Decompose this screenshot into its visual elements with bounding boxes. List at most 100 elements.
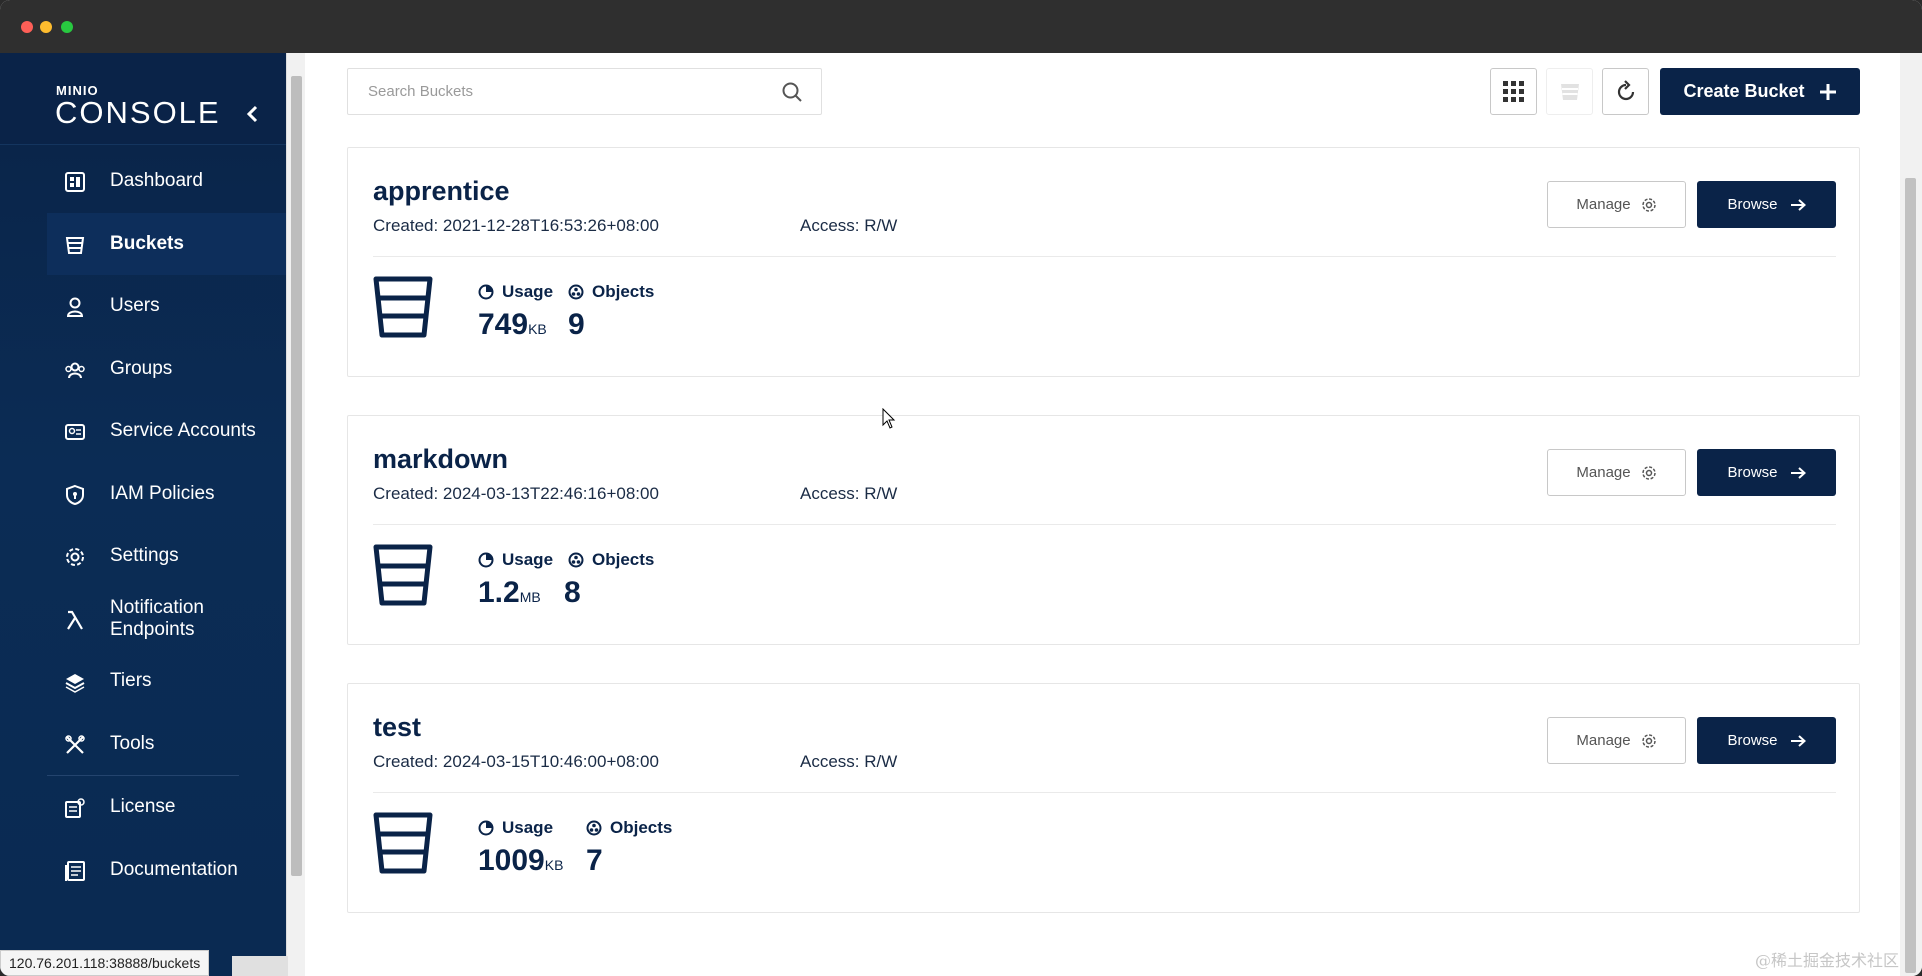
minimize-window-button[interactable]: [40, 21, 52, 33]
search-input[interactable]: [348, 69, 768, 114]
sidebar-menu: Dashboard Buckets Users Groups Service A…: [0, 150, 286, 901]
sidebar-scrollbar[interactable]: [286, 53, 305, 976]
objects-label-text: Objects: [610, 818, 673, 837]
manage-label: Manage: [1576, 732, 1631, 749]
create-bucket-button[interactable]: Create Bucket: [1660, 68, 1860, 115]
pie-chart-icon: [478, 552, 494, 568]
usage-label: Usage: [478, 550, 553, 570]
browse-button[interactable]: Browse: [1697, 717, 1836, 764]
usage-value: 1.2MB: [478, 576, 541, 610]
bucket-card: markdown Created: 2024-03-13T22:46:16+08…: [347, 415, 1860, 645]
refresh-icon: [1617, 79, 1634, 100]
main-scrollbar[interactable]: [1900, 53, 1922, 976]
scrollbar-thumb[interactable]: [1905, 178, 1916, 973]
sidebar-item-label: Documentation: [110, 858, 238, 880]
browse-button[interactable]: Browse: [1697, 449, 1836, 496]
bucket-name[interactable]: test: [373, 712, 421, 743]
sidebar-item-groups[interactable]: Groups: [0, 338, 286, 401]
plus-icon: [1819, 83, 1836, 100]
objects-label: Objects: [586, 818, 672, 838]
sidebar-item-dashboard[interactable]: Dashboard: [0, 150, 286, 213]
groups-icon: [65, 362, 85, 378]
usage-value: 1009KB: [478, 844, 563, 878]
arrow-right-icon: [1790, 198, 1806, 211]
manage-button[interactable]: Manage: [1547, 449, 1686, 496]
bucket-created: Created: 2024-03-13T22:46:16+08:00: [373, 484, 659, 503]
usage-label: Usage: [478, 282, 553, 302]
manage-button[interactable]: Manage: [1547, 717, 1686, 764]
chevron-left-icon: [246, 105, 258, 123]
documentation-icon: [65, 860, 85, 881]
horizontal-scrollbar[interactable]: [232, 956, 288, 976]
create-bucket-label: Create Bucket: [1683, 81, 1805, 101]
sidebar-item-tools[interactable]: Tools: [0, 713, 286, 776]
objects-value: 8: [564, 576, 581, 609]
usage-label-text: Usage: [502, 550, 554, 569]
browse-button[interactable]: Browse: [1697, 181, 1836, 228]
grid-view-button[interactable]: [1490, 68, 1537, 115]
logo-console: CONSOLE: [55, 95, 221, 130]
bucket-card: apprentice Created: 2021-12-28T16:53:26+…: [347, 147, 1860, 377]
bucket-name[interactable]: apprentice: [373, 176, 510, 207]
manage-button[interactable]: Manage: [1547, 181, 1686, 228]
shield-icon: [66, 484, 84, 505]
usage-label: Usage: [478, 818, 553, 838]
card-divider: [373, 792, 1836, 793]
bucket-card: test Created: 2024-03-15T10:46:00+08:00 …: [347, 683, 1860, 913]
manage-label: Manage: [1576, 464, 1631, 481]
arrow-right-icon: [1790, 466, 1806, 479]
search-icon[interactable]: [781, 81, 803, 103]
scrollbar-thumb[interactable]: [291, 76, 302, 876]
sidebar-item-label: Buckets: [110, 232, 184, 254]
card-divider: [373, 256, 1836, 257]
objects-icon: [568, 552, 584, 568]
user-icon: [66, 297, 84, 317]
objects-label-text: Objects: [592, 282, 655, 301]
list-icon: [1560, 83, 1579, 100]
objects-label: Objects: [568, 282, 654, 302]
objects-value: 9: [568, 308, 585, 341]
pie-chart-icon: [478, 284, 494, 300]
objects-icon: [586, 820, 602, 836]
service-accounts-icon: [65, 424, 85, 440]
bucket-icon: [373, 544, 433, 606]
tools-icon: [65, 734, 85, 754]
bucket-access: Access: R/W: [800, 216, 898, 235]
sidebar-item-label: Tools: [110, 732, 155, 754]
usage-value: 749KB: [478, 308, 547, 342]
gear-icon: [1641, 197, 1656, 212]
sidebar-item-iam-policies[interactable]: IAM Policies: [0, 463, 286, 526]
sidebar-item-label: Tiers: [110, 670, 152, 692]
sidebar-item-users[interactable]: Users: [0, 275, 286, 338]
close-window-button[interactable]: [21, 21, 33, 33]
lambda-icon: [67, 610, 83, 630]
objects-value: 7: [586, 844, 603, 877]
arrow-right-icon: [1790, 734, 1806, 747]
license-icon: [65, 798, 85, 818]
sidebar-item-tiers[interactable]: Tiers: [0, 650, 286, 713]
layers-icon: [65, 674, 85, 693]
bucket-icon: [65, 236, 85, 254]
sidebar-item-buckets[interactable]: Buckets: [47, 212, 286, 275]
sidebar-item-label: License: [110, 796, 176, 818]
watermark: @稀土掘金技术社区: [1755, 951, 1900, 970]
sidebar-item-service-accounts[interactable]: Service Accounts: [0, 400, 286, 463]
objects-label: Objects: [568, 550, 654, 570]
collapse-sidebar-button[interactable]: [246, 103, 260, 131]
bucket-created: Created: 2021-12-28T16:53:26+08:00: [373, 216, 659, 235]
maximize-window-button[interactable]: [61, 21, 73, 33]
usage-label-text: Usage: [502, 818, 554, 837]
usage-number: 1009: [478, 844, 545, 877]
sidebar-item-license[interactable]: License: [0, 776, 286, 839]
bucket-icon: [373, 812, 433, 874]
list-view-button[interactable]: [1546, 68, 1593, 115]
bucket-name[interactable]: markdown: [373, 444, 508, 475]
card-divider: [373, 524, 1836, 525]
usage-number: 749: [478, 308, 529, 341]
sidebar-item-notification-endpoints[interactable]: Notification Endpoints: [0, 588, 286, 651]
sidebar-item-settings[interactable]: Settings: [0, 525, 286, 588]
usage-number: 1.2: [478, 576, 520, 609]
sidebar-item-label: IAM Policies: [110, 482, 215, 504]
refresh-button[interactable]: [1602, 68, 1649, 115]
sidebar-item-documentation[interactable]: Documentation: [0, 839, 286, 902]
